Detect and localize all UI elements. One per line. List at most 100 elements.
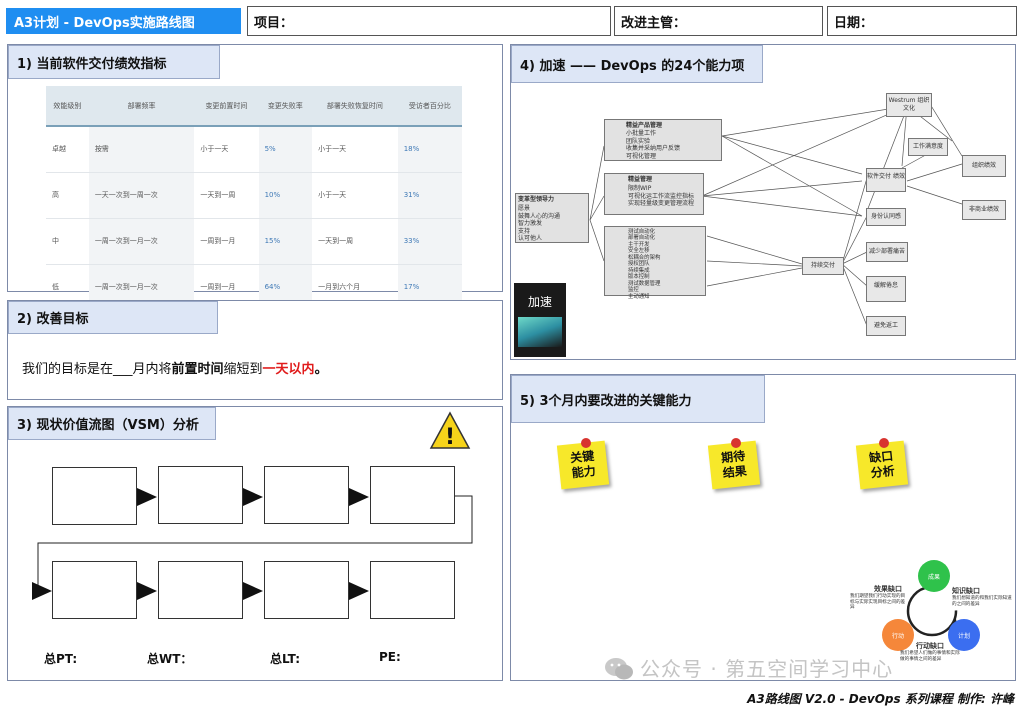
- software-delivery-node[interactable]: 软件交付 绩效: [866, 168, 906, 192]
- vsm-step-box[interactable]: [52, 561, 137, 619]
- vsm-arrow: [32, 582, 52, 600]
- burnout-node[interactable]: 缓解倦怠: [866, 276, 906, 302]
- table-cell: 5%: [258, 126, 313, 173]
- lean-product-item: 可视化管理: [626, 152, 657, 160]
- table-cell: 按需: [88, 126, 195, 173]
- section-goal-title: 2) 改善目标: [8, 301, 218, 334]
- section-capabilities-title: 4) 加速 —— DevOps 的24个能力项: [511, 45, 763, 83]
- effect-gap-title: 效果缺口: [874, 585, 902, 593]
- accelerate-book-cover: 加速: [514, 283, 566, 357]
- wechat-icon: [605, 658, 633, 680]
- sticky-note-gap[interactable]: 缺口分析: [855, 440, 909, 490]
- technical-item: 主动通知: [628, 293, 650, 300]
- book-cover-art: [518, 317, 562, 347]
- table-header-row: 效能级别 部署频率 变更前置时间 变更失败率 部署失败恢复时间 受访者百分比: [46, 86, 462, 127]
- total-wt-label: 总WT：: [147, 652, 193, 666]
- table-cell: 小于一天: [194, 126, 259, 173]
- pe-label: PE:: [379, 650, 401, 664]
- sticky-note-text: 期待结果: [720, 448, 748, 481]
- total-lt-label: 总LT:: [270, 652, 300, 666]
- knowledge-gap-title: 知识缺口: [952, 587, 980, 595]
- project-field[interactable]: 项目：: [247, 6, 611, 36]
- lean-product-item: 团队实验: [626, 137, 651, 145]
- lean-product-item: 小批量工作: [626, 130, 657, 137]
- vsm-step-box[interactable]: [264, 561, 349, 619]
- lean-management-title: 精益管理: [628, 176, 653, 183]
- leadership-node-title: 变革型领导力: [518, 196, 555, 203]
- job-satisfaction-node[interactable]: 工作满意度: [908, 138, 948, 156]
- lean-product-item: 收集并采纳用户反馈: [626, 145, 681, 152]
- sticky-note-text: 缺口分析: [868, 448, 896, 481]
- date-field[interactable]: 日期：: [827, 6, 1017, 36]
- col-header: 效能级别: [46, 86, 89, 127]
- pin-icon: [581, 438, 591, 448]
- col-header: 受访者百分比: [397, 86, 462, 127]
- table-cell: 一天到一周: [194, 172, 259, 219]
- pin-icon: [879, 438, 889, 448]
- vsm-arrow: [349, 582, 369, 600]
- cycle-plan-label: 计划: [958, 632, 970, 640]
- warning-icon: !: [429, 411, 471, 450]
- action-gap-text: 我们希望人们做的事情和实际做的事情之间的差异: [900, 651, 960, 662]
- vsm-step-box[interactable]: [158, 561, 243, 619]
- vsm-arrow: [243, 582, 263, 600]
- table-cell: 一天一次到一周一次: [88, 172, 195, 219]
- org-performance-node[interactable]: 组织绩效: [962, 155, 1006, 177]
- goal-text-c: 缩短到: [223, 362, 263, 377]
- lean-product-title: 精益产品管理: [626, 122, 663, 129]
- watermark-text: 公众号 · 第五空间学习中心: [640, 657, 894, 681]
- table-cell: 小于一天: [312, 172, 398, 219]
- leadership-item: 愿景: [518, 205, 531, 212]
- vsm-step-box[interactable]: [370, 561, 455, 619]
- rework-node[interactable]: 避免返工: [866, 316, 906, 336]
- continuous-delivery-node[interactable]: 持续交付: [802, 257, 844, 275]
- goal-text-a: 我们的目标是在___月内将: [22, 362, 172, 377]
- non-commercial-node[interactable]: 非商业绩效: [962, 200, 1006, 220]
- leadership-item: 鼓舞人心的沟通: [518, 212, 561, 220]
- westrum-culture-node[interactable]: Westrum 组织文化: [886, 93, 932, 117]
- sticky-note-expected[interactable]: 期待结果: [707, 440, 761, 490]
- table-cell: 一周一次到一月一次: [88, 218, 195, 265]
- lean-management-item: 限制WIP: [628, 185, 652, 192]
- deploy-pain-node[interactable]: 减少部署痛苦: [866, 242, 908, 262]
- table-row: 卓越 按需 小于一天 5% 小于一天 18%: [46, 126, 462, 173]
- sticky-note-text: 关键能力: [569, 448, 597, 481]
- col-header: 部署失败恢复时间: [312, 86, 398, 127]
- leadership-item: 智力激发: [518, 220, 543, 227]
- goal-text-e: 。: [314, 362, 328, 377]
- sticky-note-capability[interactable]: 关键能力: [556, 440, 610, 490]
- col-header: 部署频率: [88, 86, 195, 127]
- goal-text-b: 前置时间: [171, 362, 224, 377]
- table-cell: 33%: [397, 218, 462, 265]
- vsm-arrow: [137, 582, 157, 600]
- knowledge-gap-text: 我们想知道的和我们实际知道的之间的差异: [952, 596, 1012, 607]
- leadership-item: 支持: [518, 227, 531, 235]
- goal-text-d: 一天以内: [262, 362, 315, 377]
- total-pt-label: 总PT:: [44, 652, 78, 666]
- manager-field[interactable]: 改进主管：: [614, 6, 823, 36]
- table-cell: 中: [46, 218, 89, 265]
- col-header: 变更失败率: [258, 86, 313, 127]
- leadership-items: 愿景 鼓舞人心的沟通 智力激发 支持 认可他人: [518, 205, 560, 243]
- table-row: 中 一周一次到一月一次 一周到一月 15% 一天到一周 33%: [46, 218, 462, 265]
- cycle-action-label: 行动: [892, 632, 904, 640]
- table-cell: 15%: [258, 218, 313, 265]
- section-metrics-title: 1) 当前软件交付绩效指标: [8, 45, 220, 79]
- table-cell: 高: [46, 172, 89, 219]
- table-cell: 一周到一月: [194, 218, 259, 265]
- goal-statement: 我们的目标是在___月内将前置时间缩短到一天以内。: [22, 358, 328, 377]
- table-cell: 10%: [258, 172, 313, 219]
- identity-node[interactable]: 身份认同感: [866, 208, 906, 226]
- lean-management-item: 可视化运工作流监控指标: [628, 192, 695, 200]
- section-vsm-title: 3) 现状价值流图（VSM）分析: [8, 407, 216, 440]
- table-row: 高 一天一次到一周一次 一天到一周 10% 小于一天 31%: [46, 172, 462, 219]
- col-header: 变更前置时间: [194, 86, 259, 127]
- leadership-item: 认可他人: [518, 235, 543, 242]
- pin-icon: [731, 438, 741, 448]
- technical-items: 测试自动化 部署自动化 主干开发 安全左移 松耦合的架构 授权团队 持续集成 版…: [628, 229, 660, 300]
- table-cell: 卓越: [46, 126, 89, 173]
- section-key-capabilities-title: 5) 3个月内要改进的关键能力: [511, 375, 765, 423]
- table-cell: 一天到一周: [312, 218, 398, 265]
- effect-gap-text: 我们期望我们行动实现的目标与实际实现目标之间的差异: [850, 594, 906, 611]
- table-cell: 18%: [397, 126, 462, 173]
